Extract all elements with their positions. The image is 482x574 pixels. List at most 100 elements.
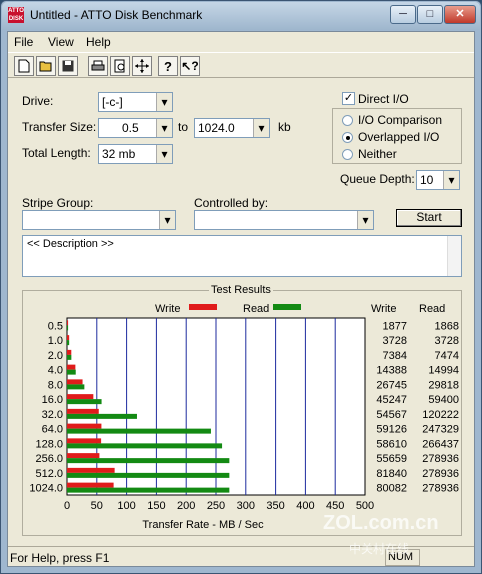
read-value: 3728	[435, 335, 459, 347]
overlapped-io-label: Overlapped I/O	[358, 130, 440, 144]
y-category-label: 0.5	[48, 320, 63, 332]
read-value: 278936	[422, 453, 459, 465]
legend-read-label: Read	[243, 303, 269, 315]
window-title: Untitled - ATTO Disk Benchmark	[30, 8, 203, 22]
total-length-value: 32 mb	[102, 147, 136, 161]
open-icon[interactable]	[36, 56, 56, 76]
read-bar	[67, 443, 223, 449]
stripe-group-select[interactable]: ▾	[22, 210, 176, 230]
y-category-label: 128.0	[35, 438, 63, 450]
chevron-down-icon[interactable]: ▾	[443, 171, 459, 189]
total-length-select[interactable]: 32 mb ▾	[98, 144, 173, 164]
y-category-label: 1.0	[48, 335, 63, 347]
y-category-label: 512.0	[35, 468, 63, 480]
status-text: For Help, press F1	[10, 551, 110, 565]
chevron-down-icon[interactable]: ▾	[156, 119, 172, 137]
read-bar	[67, 325, 69, 331]
x-axis-label: Transfer Rate - MB / Sec	[142, 519, 264, 531]
write-bar	[67, 394, 94, 400]
overlapped-io-radio[interactable]	[342, 132, 353, 143]
description-text: << Description >>	[27, 238, 114, 250]
read-bar	[67, 487, 230, 493]
queue-depth-select[interactable]: 10 ▾	[416, 170, 460, 190]
description-scrollbar[interactable]	[447, 236, 461, 276]
menu-view[interactable]: View	[48, 35, 74, 49]
read-bar	[67, 384, 85, 390]
controlled-by-label: Controlled by:	[194, 196, 269, 210]
x-tick-label: 100	[117, 500, 135, 512]
write-value: 55659	[376, 453, 407, 465]
write-bar	[67, 423, 102, 429]
controlled-by-select[interactable]: ▾	[194, 210, 374, 230]
transfer-from-select[interactable]: 0.5 ▾	[98, 118, 173, 138]
help-icon[interactable]: ?	[158, 56, 178, 76]
write-bar	[67, 453, 100, 459]
save-icon[interactable]	[58, 56, 78, 76]
drive-select[interactable]: [-c-] ▾	[98, 92, 173, 112]
write-value: 3728	[383, 335, 407, 347]
to-label: to	[178, 120, 189, 134]
toolbar: ? ↖?	[8, 52, 474, 78]
chevron-down-icon[interactable]: ▾	[156, 145, 172, 163]
transfer-to-value: 1024.0	[198, 121, 235, 135]
read-value: 14994	[428, 365, 459, 377]
maximize-button[interactable]: □	[417, 5, 443, 24]
chevron-down-icon[interactable]: ▾	[357, 211, 373, 229]
chevron-down-icon[interactable]: ▾	[159, 211, 175, 229]
queue-depth-label: Queue Depth:	[340, 172, 415, 186]
write-value: 81840	[376, 468, 407, 480]
context-help-icon[interactable]: ↖?	[180, 56, 200, 76]
write-bar	[67, 349, 72, 355]
read-value: 278936	[422, 468, 459, 480]
x-tick-label: 50	[91, 500, 103, 512]
neither-radio[interactable]	[342, 149, 353, 160]
write-bar	[67, 335, 70, 341]
print-preview-icon[interactable]	[110, 56, 130, 76]
io-comparison-radio[interactable]	[342, 115, 353, 126]
kb-label: kb	[278, 120, 291, 134]
direct-io-checkbox[interactable]: ✓	[342, 92, 355, 105]
legend-write-label: Write	[155, 303, 180, 315]
zol-watermark: ZOL.com.cn 中关村在线	[323, 512, 439, 556]
write-column-header: Write	[371, 303, 396, 315]
move-icon[interactable]	[132, 56, 152, 76]
read-bar	[67, 369, 76, 375]
total-length-label: Total Length:	[22, 146, 91, 160]
stripe-group-label: Stripe Group:	[22, 196, 94, 210]
y-category-label: 64.0	[42, 424, 63, 436]
legend-read-swatch	[273, 304, 301, 310]
description-box[interactable]: << Description >>	[22, 235, 462, 277]
read-bar	[67, 354, 72, 360]
x-tick-label: 200	[177, 500, 195, 512]
start-button[interactable]: Start	[396, 209, 462, 227]
read-value: 1868	[435, 320, 459, 332]
write-value: 14388	[376, 365, 407, 377]
write-value: 26745	[376, 379, 407, 391]
atto-app-icon[interactable]: ATTO DISK	[8, 7, 24, 23]
write-value: 59126	[376, 424, 407, 436]
menu-file[interactable]: File	[14, 35, 33, 49]
menu-help[interactable]: Help	[86, 35, 111, 49]
new-icon[interactable]	[14, 56, 34, 76]
chevron-down-icon[interactable]: ▾	[253, 119, 269, 137]
read-value: 266437	[422, 438, 459, 450]
transfer-to-select[interactable]: 1024.0 ▾	[194, 118, 270, 138]
write-bar	[67, 320, 69, 326]
queue-depth-value: 10	[420, 173, 434, 187]
minimize-button[interactable]: ─	[390, 5, 416, 24]
close-button[interactable]: ✕	[444, 5, 476, 24]
drive-value: [-c-]	[102, 95, 123, 109]
print-icon[interactable]	[88, 56, 108, 76]
write-bar	[67, 438, 102, 444]
read-value: 247329	[422, 424, 459, 436]
write-bar	[67, 408, 99, 414]
title-bar[interactable]: ATTO DISK Untitled - ATTO Disk Benchmark…	[2, 2, 480, 30]
write-value: 1877	[383, 320, 407, 332]
read-value: 120222	[422, 409, 459, 421]
write-value: 58610	[376, 438, 407, 450]
neither-label: Neither	[358, 147, 397, 161]
chevron-down-icon[interactable]: ▾	[156, 93, 172, 111]
read-bar	[67, 413, 137, 419]
x-tick-label: 300	[237, 500, 255, 512]
write-bar	[67, 379, 83, 385]
